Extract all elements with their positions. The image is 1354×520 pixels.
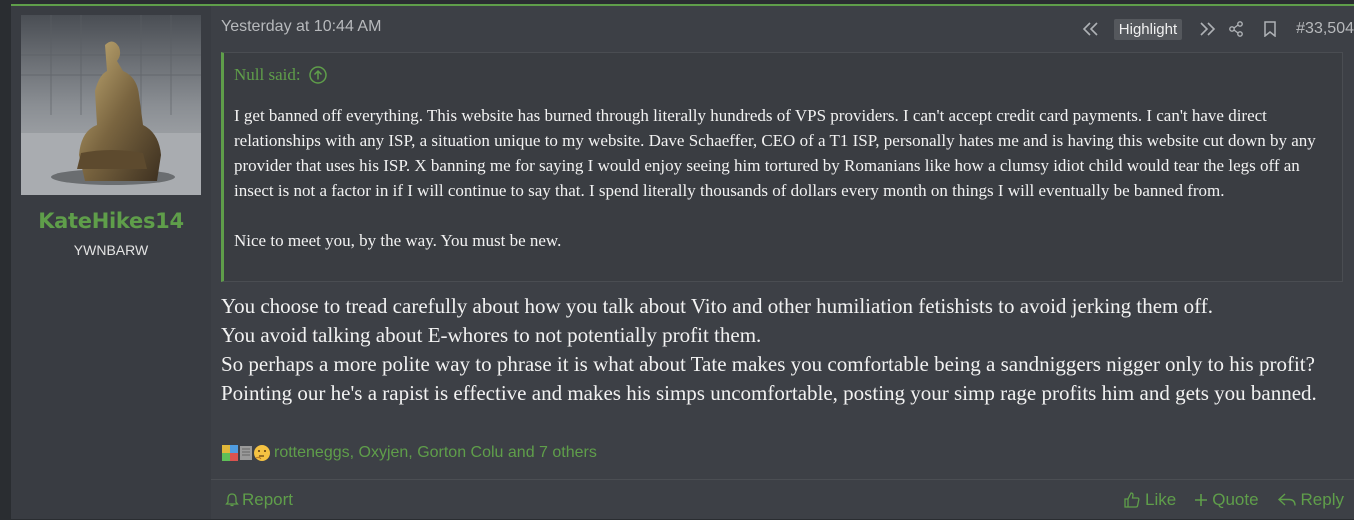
quote-paragraph: I get banned off everything. This websit… bbox=[234, 106, 1316, 200]
user-info-panel: KateHikes14 YWNBARW bbox=[11, 6, 211, 519]
forum-post: KateHikes14 YWNBARW Yesterday at 10:44 A… bbox=[11, 4, 1354, 519]
reply-arrow-icon bbox=[1277, 493, 1296, 506]
post-line: You avoid talking about E-whores to not … bbox=[221, 323, 762, 347]
post-tools: Highlight #33,504 bbox=[1076, 16, 1354, 42]
arrow-up-circle-icon[interactable] bbox=[308, 65, 328, 85]
post-main: Yesterday at 10:44 AM Highlight #33,504 … bbox=[211, 6, 1354, 519]
user-title: YWNBARW bbox=[73, 242, 149, 258]
reply-label[interactable]: Reply bbox=[1301, 490, 1344, 510]
reaction-icons bbox=[221, 444, 271, 462]
avatar[interactable] bbox=[21, 15, 201, 195]
thumbs-up-icon bbox=[1124, 492, 1140, 508]
like-label[interactable]: Like bbox=[1145, 490, 1176, 510]
post-actions: Like Quote Reply bbox=[1105, 490, 1344, 510]
post-line: So perhaps a more polite way to phrase i… bbox=[221, 352, 1317, 405]
fast-forward-icon[interactable] bbox=[1198, 22, 1216, 36]
highlight-button[interactable]: Highlight bbox=[1113, 18, 1183, 40]
post-timestamp[interactable]: Yesterday at 10:44 AM bbox=[221, 18, 381, 36]
quote-paragraph: Nice to meet you, by the way. You must b… bbox=[234, 231, 562, 250]
thinking-face-icon bbox=[253, 444, 271, 462]
report-label[interactable]: Report bbox=[242, 490, 293, 510]
share-icon[interactable] bbox=[1228, 21, 1244, 37]
plus-icon bbox=[1195, 494, 1208, 506]
quote-label[interactable]: Quote bbox=[1212, 490, 1258, 510]
like-button[interactable]: Like bbox=[1123, 490, 1176, 510]
bell-icon bbox=[225, 493, 239, 507]
bookmark-icon[interactable] bbox=[1264, 21, 1276, 37]
reply-button[interactable]: Reply bbox=[1277, 490, 1344, 510]
quote-body: I get banned off everything. This websit… bbox=[234, 103, 1329, 253]
post-footer: Report Like Quote Reply bbox=[211, 479, 1354, 520]
quote-author[interactable]: Null said: bbox=[234, 65, 301, 85]
reaction-users[interactable]: rotteneggs, Oxyjen, Gorton Colu and 7 ot… bbox=[274, 444, 597, 462]
post-number-link[interactable]: #33,504 bbox=[1296, 20, 1354, 38]
report-button[interactable]: Report bbox=[225, 490, 293, 510]
quote-button[interactable]: Quote bbox=[1194, 490, 1259, 510]
post-body: You choose to tread carefully about how … bbox=[221, 292, 1341, 408]
quote-header[interactable]: Null said: bbox=[234, 65, 328, 85]
statue-avatar-icon bbox=[21, 15, 201, 195]
username[interactable]: KateHikes14 bbox=[11, 209, 211, 233]
rewind-icon[interactable] bbox=[1082, 22, 1100, 36]
reactions-bar[interactable]: rotteneggs, Oxyjen, Gorton Colu and 7 ot… bbox=[221, 444, 597, 462]
post-line: You choose to tread carefully about how … bbox=[221, 294, 1213, 318]
quote-block: Null said: I get banned off everything. … bbox=[221, 52, 1343, 282]
